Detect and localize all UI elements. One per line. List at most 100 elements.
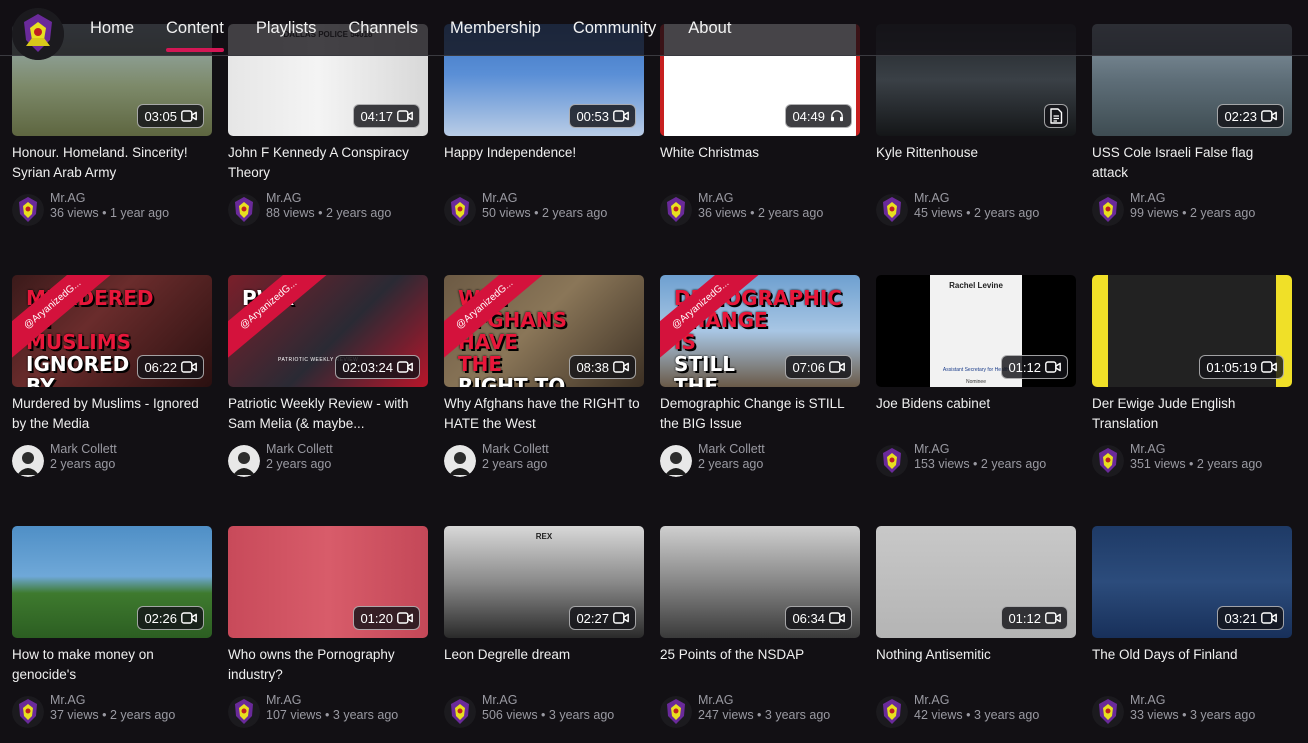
author-name[interactable]: Mr.AG xyxy=(1130,191,1295,206)
video-camera-icon xyxy=(1045,361,1061,373)
duration-text: 02:27 xyxy=(576,610,609,626)
author-name[interactable]: Mr.AG xyxy=(1130,442,1295,457)
video-title[interactable]: Patriotic Weekly Review - with Sam Melia… xyxy=(228,394,428,436)
video-card[interactable]: MURDEREDBY MUSLIMSIGNORED BYTHE MEDIA@Ar… xyxy=(12,275,215,477)
video-card[interactable]: 03:21 The Old Days of Finland Mr.AG 33 view… xyxy=(1092,526,1295,728)
video-title[interactable]: Nothing Antisemitic xyxy=(876,645,1076,687)
video-title[interactable]: Happy Independence! xyxy=(444,143,644,185)
video-title[interactable]: John F Kennedy A Conspiracy Theory xyxy=(228,143,428,185)
author-name[interactable]: Mr.AG xyxy=(266,693,431,708)
video-meta: Mr.AG 247 views • 3 years ago xyxy=(698,693,863,723)
tab-membership[interactable]: Membership xyxy=(450,0,541,56)
video-card[interactable]: DEMOGRAPHICCHANGE ISSTILL THEBIG ISSUE@A… xyxy=(660,275,863,477)
duration-badge: 04:49 xyxy=(785,104,852,128)
author-avatar[interactable] xyxy=(1092,445,1124,477)
video-meta: Mr.AG 351 views • 2 years ago xyxy=(1130,442,1295,472)
video-card[interactable]: REX 02:27 Leon Degrelle dream Mr.AG 506 view… xyxy=(444,526,647,728)
video-thumbnail[interactable]: 06:34 xyxy=(660,526,860,638)
video-title[interactable]: Joe Bidens cabinet xyxy=(876,394,1076,436)
video-title[interactable]: Honour. Homeland. Sincerity! Syrian Arab… xyxy=(12,143,212,185)
video-meta: Mark Collett 2 years ago xyxy=(482,442,647,472)
video-thumbnail[interactable]: Rachel Levine Assistant Secretary for Hea… xyxy=(876,275,1076,387)
author-name[interactable]: Mr.AG xyxy=(914,693,1079,708)
tab-content[interactable]: Content xyxy=(166,0,224,56)
video-thumbnail[interactable]: 02:26 xyxy=(12,526,212,638)
video-title[interactable]: Who owns the Pornography industry? xyxy=(228,645,428,687)
video-title[interactable]: Demographic Change is STILL the BIG Issu… xyxy=(660,394,860,436)
video-thumbnail[interactable]: 01:20 xyxy=(228,526,428,638)
author-avatar[interactable] xyxy=(12,445,44,477)
author-avatar[interactable] xyxy=(444,194,476,226)
video-title[interactable]: White Christmas xyxy=(660,143,860,185)
video-thumbnail[interactable]: 03:21 xyxy=(1092,526,1292,638)
channel-logo[interactable] xyxy=(12,8,64,60)
author-name[interactable]: Mr.AG xyxy=(482,191,647,206)
author-avatar[interactable] xyxy=(660,696,692,728)
author-name[interactable]: Mark Collett xyxy=(698,442,863,457)
video-thumbnail[interactable]: DEMOGRAPHICCHANGE ISSTILL THEBIG ISSUE@A… xyxy=(660,275,860,387)
author-avatar[interactable] xyxy=(444,696,476,728)
author-name[interactable]: Mr.AG xyxy=(1130,693,1295,708)
author-name[interactable]: Mark Collett xyxy=(266,442,431,457)
video-title[interactable]: The Old Days of Finland xyxy=(1092,645,1292,687)
tab-playlists[interactable]: Playlists xyxy=(256,0,317,56)
channel-logo-icon xyxy=(12,8,64,60)
video-thumbnail[interactable]: MURDEREDBY MUSLIMSIGNORED BYTHE MEDIA@Ar… xyxy=(12,275,212,387)
video-camera-icon xyxy=(1261,612,1277,624)
author-name[interactable]: Mr.AG xyxy=(914,191,1079,206)
video-card[interactable]: PWRPATRIOTIC WEEKLY REVIEW@AryanizedG...… xyxy=(228,275,431,477)
author-name[interactable]: Mr.AG xyxy=(266,191,431,206)
video-title[interactable]: Why Afghans have the RIGHT to HATE the W… xyxy=(444,394,644,436)
author-name[interactable]: Mark Collett xyxy=(482,442,647,457)
author-name[interactable]: Mr.AG xyxy=(482,693,647,708)
tab-community[interactable]: Community xyxy=(573,0,656,56)
author-avatar[interactable] xyxy=(876,194,908,226)
author-name[interactable]: Mr.AG xyxy=(698,693,863,708)
author-avatar[interactable] xyxy=(228,194,260,226)
video-thumbnail[interactable]: WHY AFGHANSHAVE THERIGHT TO HATETHE WEST… xyxy=(444,275,644,387)
author-name[interactable]: Mr.AG xyxy=(914,442,1079,457)
video-card[interactable]: 01:05:19 Der Ewige Jude English Translati… xyxy=(1092,275,1295,477)
video-thumbnail[interactable]: 01:12 xyxy=(876,526,1076,638)
video-card[interactable]: 01:12 Nothing Antisemitic Mr.AG 42 views • … xyxy=(876,526,1079,728)
video-card[interactable]: WHY AFGHANSHAVE THERIGHT TO HATETHE WEST… xyxy=(444,275,647,477)
duration-badge: 06:22 xyxy=(137,355,204,379)
video-stats: 88 views • 2 years ago xyxy=(266,206,392,220)
duration-badge: 08:38 xyxy=(569,355,636,379)
author-avatar[interactable] xyxy=(12,194,44,226)
author-avatar[interactable] xyxy=(660,194,692,226)
video-title[interactable]: USS Cole Israeli False flag attack xyxy=(1092,143,1292,185)
author-avatar[interactable] xyxy=(228,696,260,728)
video-title[interactable]: Leon Degrelle dream xyxy=(444,645,644,687)
author-avatar-icon xyxy=(1092,445,1124,477)
video-title[interactable]: Der Ewige Jude English Translation xyxy=(1092,394,1292,436)
video-thumbnail[interactable]: 01:05:19 xyxy=(1092,275,1292,387)
author-name[interactable]: Mr.AG xyxy=(698,191,863,206)
tab-channels[interactable]: Channels xyxy=(348,0,418,56)
author-name[interactable]: Mr.AG xyxy=(50,191,215,206)
author-name[interactable]: Mr.AG xyxy=(50,693,215,708)
video-card[interactable]: 02:26 How to make money on genocide's Mr.A… xyxy=(12,526,215,728)
video-title[interactable]: Murdered by Muslims - Ignored by the Med… xyxy=(12,394,212,436)
tab-about[interactable]: About xyxy=(688,0,731,56)
author-avatar[interactable] xyxy=(228,445,260,477)
author-avatar[interactable] xyxy=(1092,696,1124,728)
author-avatar[interactable] xyxy=(660,445,692,477)
video-stats: 153 views • 2 years ago xyxy=(914,457,1047,471)
author-name[interactable]: Mark Collett xyxy=(50,442,215,457)
author-avatar[interactable] xyxy=(876,696,908,728)
author-avatar[interactable] xyxy=(12,696,44,728)
tab-home[interactable]: Home xyxy=(90,0,134,56)
video-thumbnail[interactable]: PWRPATRIOTIC WEEKLY REVIEW@AryanizedG...… xyxy=(228,275,428,387)
video-card[interactable]: Rachel Levine Assistant Secretary for Hea… xyxy=(876,275,1079,477)
video-title[interactable]: Kyle Rittenhouse xyxy=(876,143,1076,185)
author-avatar[interactable] xyxy=(444,445,476,477)
author-avatar[interactable] xyxy=(1092,194,1124,226)
video-card[interactable]: 06:34 25 Points of the NSDAP Mr.AG 247 view… xyxy=(660,526,863,728)
video-title[interactable]: 25 Points of the NSDAP xyxy=(660,645,860,687)
author-avatar[interactable] xyxy=(876,445,908,477)
video-title[interactable]: How to make money on genocide's xyxy=(12,645,212,687)
video-thumbnail[interactable]: REX 02:27 xyxy=(444,526,644,638)
duration-badge: 01:20 xyxy=(353,606,420,630)
video-card[interactable]: 01:20 Who owns the Pornography industry? M… xyxy=(228,526,431,728)
